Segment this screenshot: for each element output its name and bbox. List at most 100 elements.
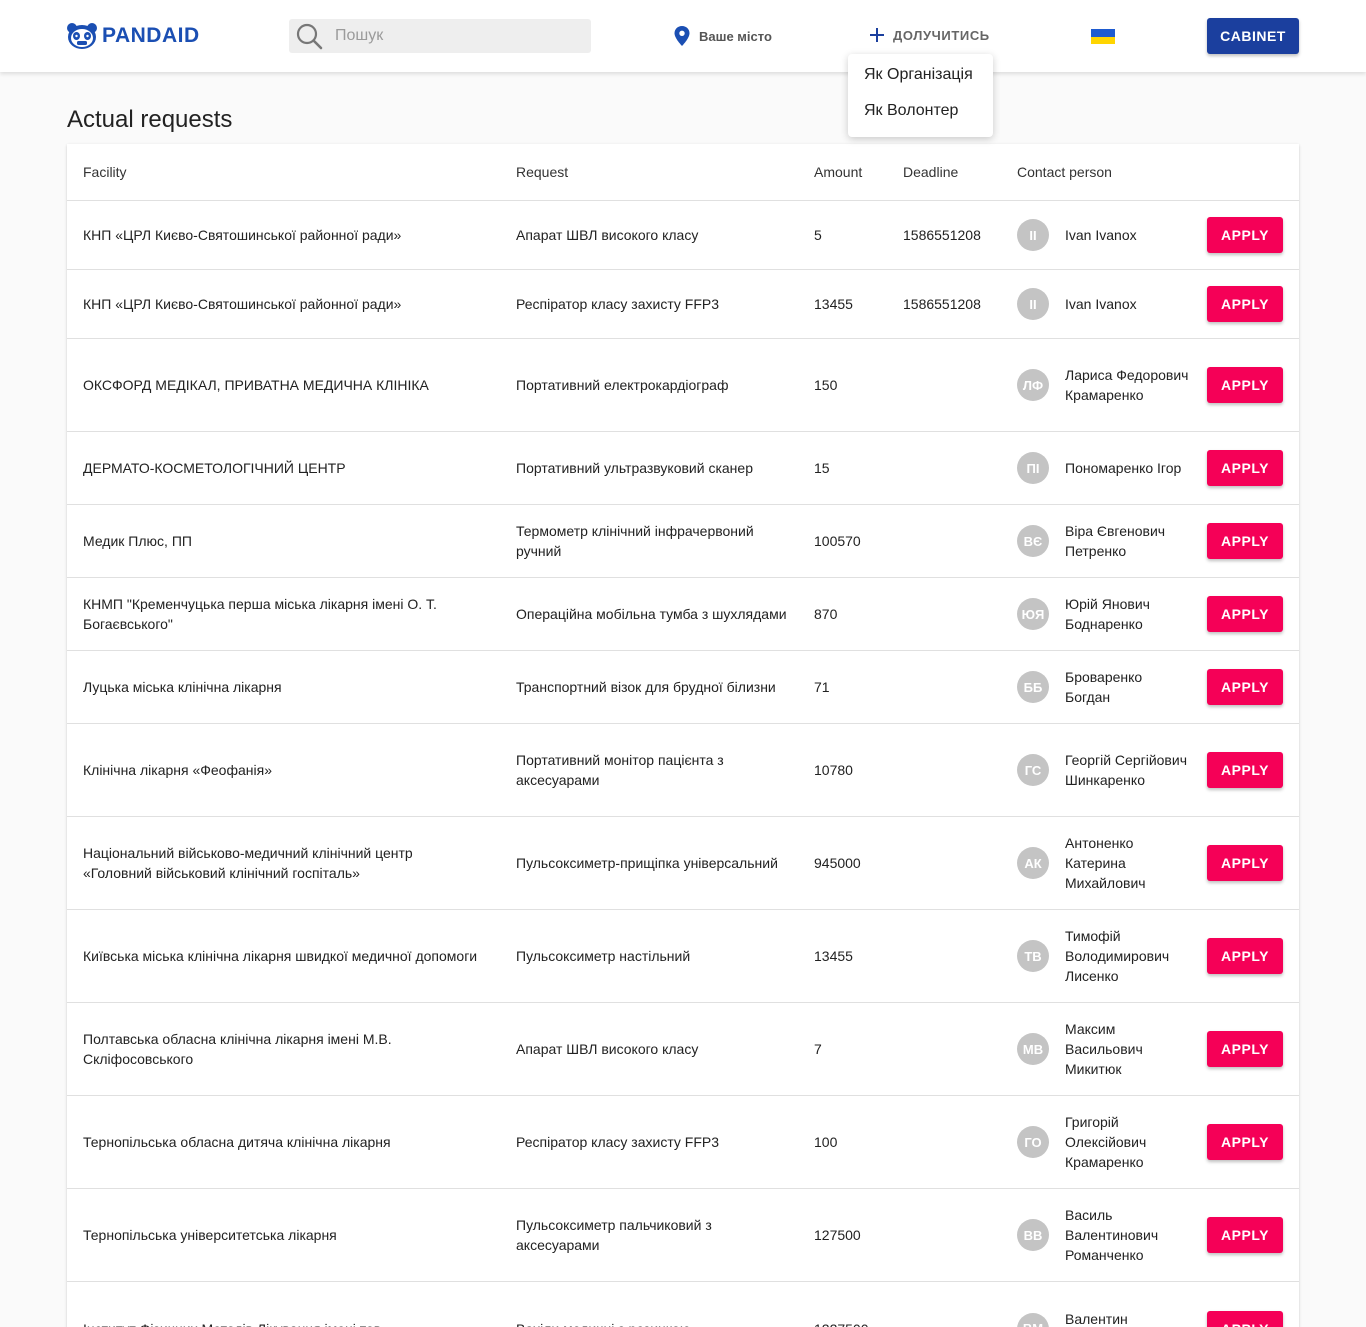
facility-cell: Національний військово-медичний клінічни… [83,845,413,881]
contact-cell: Ivan Ivanox [1065,227,1137,243]
request-cell: Пульсоксиметр настільний [516,948,691,964]
column-header-deadline: Deadline [903,164,959,180]
search-box [289,19,591,53]
facility-cell: Медик Плюс, ПП [83,533,192,549]
avatar: II [1017,219,1049,251]
request-cell: Вахіли медичні з резинкою [516,1319,791,1327]
facility-cell: КНМП "Кременчуцька перша міська лікарня … [83,596,437,632]
table-row: КНМП "Кременчуцька перша міська лікарня … [67,578,1299,651]
amount-cell: 1227500 [814,1319,869,1327]
request-cell: Апарат ШВЛ високого класу [516,227,699,243]
table-header: Facility Request Amount Deadline Contact… [67,144,1299,201]
avatar: II [1017,288,1049,320]
apply-button[interactable]: APPLY [1207,669,1283,705]
table-row: Київська міська клінічна лікарня швидкої… [67,910,1299,1003]
contact-cell: Валентин Миколайович [1065,1310,1128,1327]
facility-cell: Київська міська клінічна лікарня швидкої… [83,948,478,964]
city-selector[interactable]: Ваше місто [674,26,772,46]
apply-button[interactable]: APPLY [1207,1217,1283,1253]
column-header-contact: Contact person [1017,164,1112,180]
deadline-cell: 1586551208 [903,227,981,243]
request-cell: Респіратор класу захисту FFP3 [516,1134,720,1150]
brand-logo[interactable]: PANDAID [66,22,200,50]
facility-cell: Полтавська обласна клінічна лікарня імен… [83,1031,392,1067]
avatar: ВЄ [1017,525,1049,557]
facility-cell: Тернопільська обласна дитяча клінічна лі… [83,1134,391,1150]
apply-button[interactable]: APPLY [1207,523,1283,559]
table-row: Медик Плюс, ПП Термометр клінічний інфра… [67,505,1299,578]
panda-icon [67,23,97,49]
apply-button[interactable]: APPLY [1207,1124,1283,1160]
table-row: КНП «ЦРЛ Києво-Святошинської районної ра… [67,270,1299,339]
apply-button[interactable]: APPLY [1207,938,1283,974]
facility-cell: ОКСФОРД МЕДІКАЛ, ПРИВАТНА МЕДИЧНА КЛІНІК… [83,377,429,393]
table-row: ДЕРМАТО-КОСМЕТОЛОГІЧНИЙ ЦЕНТР Портативни… [67,432,1299,505]
apply-button[interactable]: APPLY [1207,217,1283,253]
request-cell: Пульсоксиметр пальчиковий з аксесуарами [516,1217,712,1253]
facility-cell: ДЕРМАТО-КОСМЕТОЛОГІЧНИЙ ЦЕНТР [83,460,346,476]
apply-button[interactable]: APPLY [1207,1031,1283,1067]
table-row: Інститут Фізичних Методів Лікування імен… [67,1282,1299,1327]
table-row: Тернопільська обласна дитяча клінічна лі… [67,1096,1299,1189]
request-cell: Респіратор класу захисту FFP3 [516,296,720,312]
facility-cell: Інститут Фізичних Методів Лікування імен… [83,1319,483,1327]
amount-cell: 13455 [814,296,853,312]
amount-cell: 100 [814,1134,838,1150]
table-row: КНП «ЦРЛ Києво-Святошинської районної ра… [67,201,1299,270]
plus-icon [870,28,884,42]
page-title: Actual requests [67,106,233,133]
apply-button[interactable]: APPLY [1207,286,1283,322]
amount-cell: 7 [814,1041,822,1057]
join-label: ДОЛУЧИТИСЬ [893,27,990,43]
avatar: ГС [1017,754,1049,786]
menu-item-organization[interactable]: Як Організація [864,66,973,84]
apply-button[interactable]: APPLY [1207,367,1283,403]
contact-cell: Максим Васильович Микитюк [1065,1021,1143,1077]
cabinet-button[interactable]: CABINET [1207,18,1299,54]
table-row: Тернопільська університетська лікарня Пу… [67,1189,1299,1282]
column-header-request: Request [516,164,569,180]
contact-cell: Лариса Федорович Крамаренко [1065,367,1189,403]
table-row: ОКСФОРД МЕДІКАЛ, ПРИВАТНА МЕДИЧНА КЛІНІК… [67,339,1299,432]
apply-button[interactable]: APPLY [1207,1310,1283,1327]
facility-cell: КНП «ЦРЛ Києво-Святошинської районної ра… [83,227,402,243]
table-row: Національний військово-медичний клінічни… [67,817,1299,910]
search-input[interactable] [335,19,575,53]
avatar: АК [1017,847,1049,879]
amount-cell: 945000 [814,855,861,871]
facility-cell: Луцька міська клінічна лікарня [83,679,282,695]
column-header-facility: Facility [83,164,127,180]
contact-cell: Ivan Ivanox [1065,296,1137,312]
apply-button[interactable]: APPLY [1207,752,1283,788]
deadline-cell: 1586551208 [903,296,981,312]
search-icon[interactable] [295,22,323,50]
avatar: ГО [1017,1126,1049,1158]
apply-button[interactable]: APPLY [1207,845,1283,881]
brand-name: PANDAID [102,24,200,47]
table-row: Луцька міська клінічна лікарня Транспорт… [67,651,1299,724]
apply-button[interactable]: APPLY [1207,450,1283,486]
table-row: Клінічна лікарня «Феофанія» Портативний … [67,724,1299,817]
avatar: ВМ [1017,1312,1049,1327]
avatar: ПІ [1017,452,1049,484]
apply-button[interactable]: APPLY [1207,596,1283,632]
ukraine-flag-icon[interactable] [1091,29,1115,44]
amount-cell: 5 [814,227,822,243]
menu-item-volunteer[interactable]: Як Волонтер [864,102,958,120]
location-pin-icon [674,26,690,46]
requests-table: Facility Request Amount Deadline Contact… [67,144,1299,1327]
avatar: ВВ [1017,1219,1049,1251]
contact-cell: Броваренко Богдан [1065,669,1143,705]
contact-cell: Тимофій Володимирович Лисенко [1065,928,1170,984]
request-cell: Портативний монітор пацієнта з аксесуара… [516,752,724,788]
join-dropdown-menu: Як Організація Як Волонтер [848,54,993,137]
request-cell: Апарат ШВЛ високого класу [516,1041,699,1057]
request-cell: Операційна мобільна тумба з шухлядами [516,606,787,622]
join-button[interactable]: ДОЛУЧИТИСЬ [868,26,990,44]
contact-cell: Юрій Янович Боднаренко [1065,596,1150,632]
contact-cell: Георгій Сергійович Шинкаренко [1065,752,1187,788]
top-bar: PANDAID Ваше місто ДОЛУЧИТИСЬ CABINET [0,0,1366,72]
request-cell: Портативний електрокардіограф [516,377,729,393]
facility-cell: КНП «ЦРЛ Києво-Святошинської районної ра… [83,296,402,312]
amount-cell: 10780 [814,762,853,778]
